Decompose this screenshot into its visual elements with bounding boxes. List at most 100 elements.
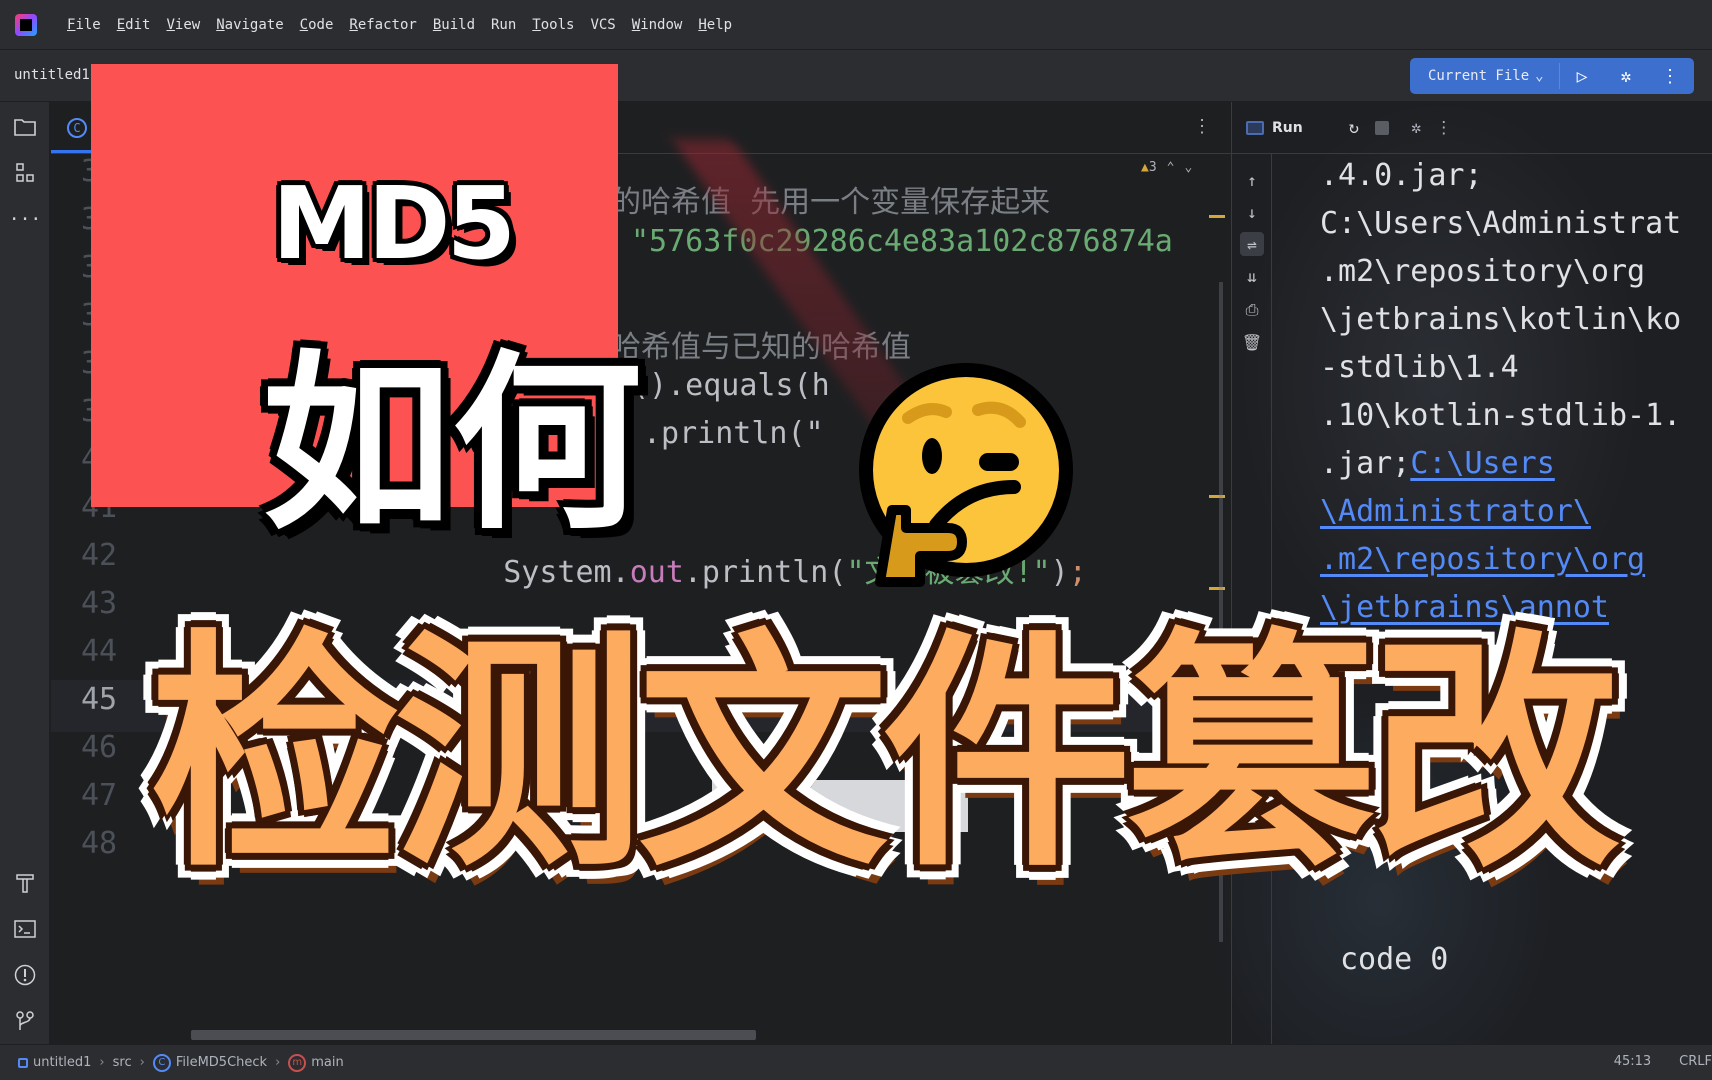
line-number[interactable]: 48 (81, 826, 151, 861)
breadcrumb-method[interactable]: m main (288, 1053, 344, 1072)
menu-item-file[interactable]: File (59, 17, 109, 33)
menu-item-run[interactable]: Run (483, 17, 524, 33)
run-tab-label: Run (1272, 119, 1303, 136)
menu-item-vcs[interactable]: VCS (582, 17, 623, 33)
menu-item-tools[interactable]: Tools (524, 17, 582, 33)
breadcrumb-label: untitled1 (33, 1055, 92, 1070)
menu-item-edit[interactable]: Edit (109, 17, 159, 33)
run-more-icon[interactable]: ⋮ (1435, 118, 1452, 138)
chevron-down-icon: ⌄ (1535, 68, 1544, 84)
scroll-down-icon[interactable]: ↓ (1240, 200, 1264, 224)
console-line: .4.0.jar; (1320, 158, 1483, 193)
git-tool-button[interactable] (12, 1008, 38, 1034)
menu-item-window[interactable]: Window (624, 17, 691, 33)
menu-item-view[interactable]: View (158, 17, 208, 33)
breadcrumb-project[interactable]: untitled1 (0, 1055, 91, 1070)
git-branch-icon (16, 1011, 34, 1030)
menu-item-code[interactable]: Code (292, 17, 342, 33)
console-path-link[interactable]: C:\Users (1410, 446, 1555, 481)
menu-item-build[interactable]: Build (425, 17, 483, 33)
run-configuration-dropdown[interactable]: Current File ⌄ (1410, 63, 1560, 89)
console-text: \jetbrains\kotlin\ko (1320, 302, 1682, 337)
breadcrumb-src[interactable]: src (113, 1055, 132, 1070)
console-output[interactable]: .4.0.jar; C:\Users\Administrat .m2\reposit… (1320, 154, 1712, 1044)
editor-horizontal-scrollbar[interactable] (191, 1030, 756, 1040)
main-menu: File Edit View Navigate Code Refactor Build Run… (59, 17, 740, 33)
previous-highlight-icon[interactable]: ⌃ (1167, 160, 1175, 175)
trash-icon[interactable]: 🗑 (1240, 330, 1264, 354)
menu-item-navigate[interactable]: Navigate (208, 17, 291, 33)
structure-icon (16, 163, 34, 182)
debug-button[interactable]: ✲ (1604, 58, 1648, 94)
structure-tool-button[interactable] (12, 160, 38, 186)
run-tab[interactable]: Run (1246, 120, 1303, 136)
next-highlight-icon[interactable]: ⌄ (1184, 160, 1192, 175)
menu-mnemonic: R (349, 16, 358, 33)
line-separator[interactable]: CRLF (1679, 1054, 1712, 1069)
scroll-to-end-icon[interactable]: ⇊ (1240, 264, 1264, 288)
terminal-tool-button[interactable] (12, 916, 38, 942)
console-line: C:\Users\Administrat (1320, 206, 1681, 241)
hammer-icon (16, 874, 34, 893)
breadcrumb-label: main (311, 1055, 344, 1070)
menu-label: avigate (224, 16, 284, 33)
more-vertical-icon: ⋮ (1661, 65, 1679, 87)
run-config-label: Current File (1428, 68, 1530, 84)
editor-tabs-more-icon[interactable]: ⋮ (1193, 116, 1211, 137)
console-text: -stdlib\1.4 (1320, 350, 1519, 385)
run-side-toolbar: ↑ ↓ ⇌ ⇊ ⎙ 🗑 (1232, 154, 1272, 1044)
line-number[interactable]: 46 (81, 730, 151, 765)
code-system: System. (503, 555, 630, 590)
overlay-md5-label: MD5 (272, 165, 516, 282)
line-number[interactable]: 47 (81, 778, 151, 813)
console-path-link[interactable]: \Administrator\ (1320, 494, 1591, 529)
title-bar: File Edit View Navigate Code Refactor Build Run… (0, 0, 1712, 50)
project-tool-button[interactable] (12, 114, 38, 140)
menu-mnemonic: V (166, 16, 175, 33)
play-icon: ▷ (1576, 65, 1588, 87)
line-number[interactable]: 44 (81, 634, 151, 669)
console-path-link[interactable]: .m2\repository\org (1320, 542, 1645, 577)
overlay-how-label: 如何 (262, 334, 643, 555)
stop-icon[interactable] (1374, 120, 1389, 135)
menu-mnemonic: N (216, 16, 225, 33)
more-tools-button[interactable]: ··· (9, 206, 42, 232)
inspection-widget[interactable]: ▲3 ⌃ ⌄ (1141, 160, 1192, 175)
active-tab-indicator (51, 150, 91, 153)
menu-item-help[interactable]: Help (690, 17, 740, 33)
console-line: .m2\repository\org (1320, 254, 1645, 289)
console-text: .jar; (1320, 446, 1411, 481)
breadcrumb-class[interactable]: C FileMD5Check (152, 1053, 267, 1072)
warning-stripe-marker[interactable] (1209, 215, 1225, 218)
more-actions-button[interactable]: ⋮ (1648, 58, 1692, 94)
debug-rerun-icon[interactable]: ✲ (1411, 118, 1421, 138)
rerun-icon[interactable]: ↻ (1349, 118, 1359, 138)
line-number[interactable]: 45 (81, 682, 151, 717)
run-widget: Current File ⌄ ▷ ✲ ⋮ (1410, 58, 1694, 94)
print-icon[interactable]: ⎙ (1240, 298, 1264, 322)
line-number[interactable]: 43 (81, 586, 151, 621)
chevron-right-icon: › (275, 1055, 281, 1070)
line-number[interactable]: 42 (81, 538, 151, 573)
menu-mnemonic: W (631, 16, 641, 33)
menu-label: VCS (590, 16, 616, 33)
console-line: .m2\repository\org (1320, 542, 1645, 577)
menu-mnemonic: T (532, 16, 541, 33)
warning-count: 3 (1148, 160, 1157, 175)
java-class-icon[interactable]: C (67, 118, 87, 138)
scroll-up-icon[interactable]: ↑ (1240, 168, 1264, 192)
project-selector[interactable]: untitled1 (14, 67, 90, 83)
module-icon (18, 1057, 28, 1068)
menu-item-refactor[interactable]: Refactor (341, 17, 424, 33)
build-tool-button[interactable] (12, 870, 38, 896)
console-text: .m2\repository\org (1320, 254, 1646, 289)
menu-label: iew (174, 16, 201, 33)
code-println-call: .println(" (643, 416, 824, 451)
menu-mnemonic: H (698, 16, 707, 33)
cursor-position[interactable]: 45:13 (1614, 1054, 1651, 1069)
console-text: C:\Users\Administrat (1320, 206, 1682, 241)
soft-wrap-icon[interactable]: ⇌ (1240, 232, 1264, 256)
problems-tool-button[interactable] (12, 962, 38, 988)
run-button[interactable]: ▷ (1560, 58, 1604, 94)
overlay-main-title: 检测文件篡改 (150, 609, 1620, 900)
